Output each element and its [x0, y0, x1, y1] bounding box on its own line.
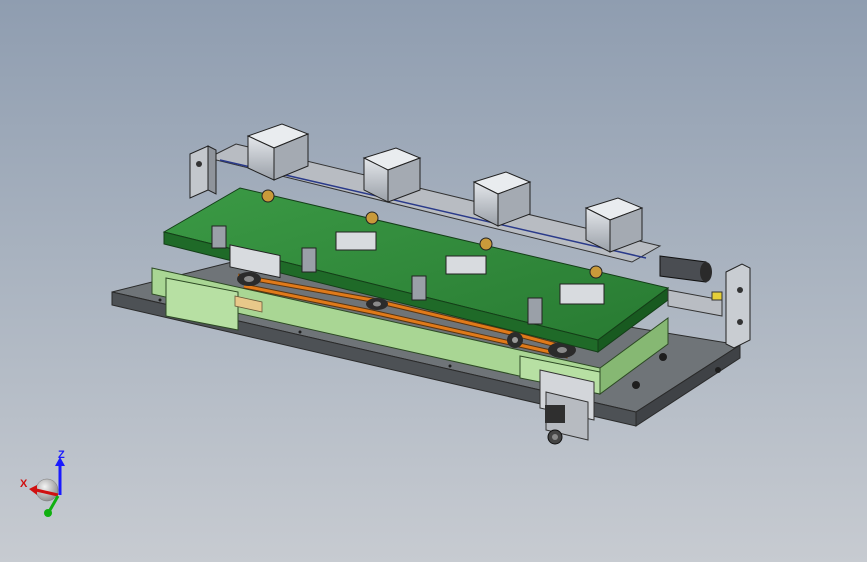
coordinate-triad[interactable]: Z X [20, 449, 65, 517]
y-axis-arrow-head [44, 509, 52, 517]
x-axis-label: X [20, 478, 28, 490]
micrometer-adjuster[interactable] [659, 255, 723, 317]
right-end-bracket[interactable] [725, 263, 751, 349]
x-axis-arrow-head [29, 485, 37, 495]
left-end-bracket[interactable] [189, 145, 217, 199]
cad-viewport[interactable]: Z X [0, 0, 867, 562]
z-axis-label: Z [58, 449, 65, 461]
drive-motor[interactable] [539, 369, 595, 445]
